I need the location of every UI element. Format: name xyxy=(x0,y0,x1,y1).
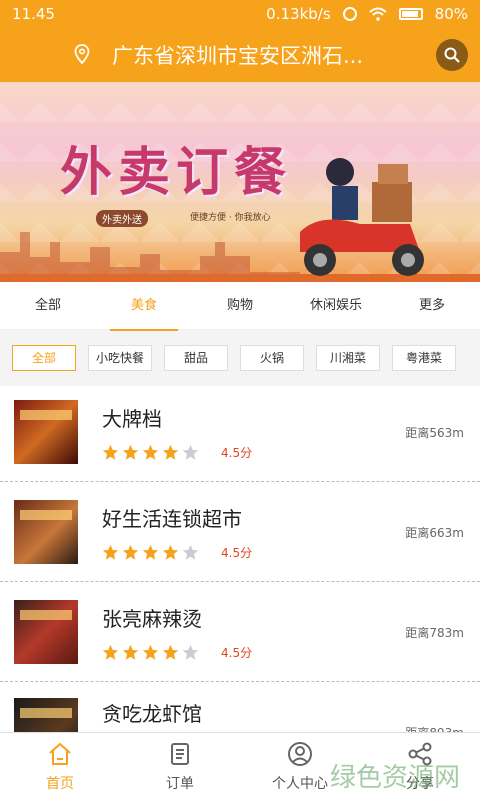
user-icon xyxy=(288,741,312,766)
star-icon xyxy=(142,544,159,560)
network-speed: 0.13kb/s xyxy=(266,5,331,23)
location-header: 广东省深圳市宝安区洲石... xyxy=(0,28,480,82)
star-icon xyxy=(122,544,139,560)
status-time: 11.45 xyxy=(12,5,55,23)
nav-orders[interactable]: 订单 xyxy=(120,733,240,800)
star-rating xyxy=(102,444,199,461)
site-watermark: 绿色资源网 xyxy=(329,763,460,793)
banner-title: 外卖订餐 xyxy=(60,142,293,203)
tab-food[interactable]: 美食 xyxy=(96,282,192,331)
star-icon xyxy=(182,444,199,460)
star-icon xyxy=(102,544,119,560)
star-icon xyxy=(182,544,199,560)
merchant-thumbnail xyxy=(14,499,78,564)
location-pin-icon xyxy=(74,44,90,64)
nav-home[interactable]: 首页 xyxy=(0,733,120,800)
delivery-scooter-image xyxy=(300,158,424,276)
nav-profile-label: 个人中心 xyxy=(272,775,328,792)
merchant-rating: 4.5分 xyxy=(102,444,466,461)
filter-chip-dessert[interactable]: 甜品 xyxy=(164,345,228,371)
merchant-name: 贪吃龙虾馆 xyxy=(102,702,202,726)
merchant-distance: 距离783m xyxy=(405,626,464,640)
tab-all[interactable]: 全部 xyxy=(0,282,96,330)
list-item[interactable]: 张亮麻辣烫 4.5分 距离783m xyxy=(0,582,480,682)
star-icon xyxy=(162,544,179,560)
star-icon xyxy=(102,444,119,460)
merchant-rating: 4.5分 xyxy=(102,644,466,661)
filter-chip-cantonese[interactable]: 粤港菜 xyxy=(392,345,456,371)
merchant-distance: 距离563m xyxy=(405,426,464,440)
star-icon xyxy=(162,644,179,660)
filter-chip-snacks[interactable]: 小吃快餐 xyxy=(88,345,152,371)
star-icon xyxy=(182,644,199,660)
star-icon xyxy=(162,444,179,460)
wifi-icon xyxy=(368,7,387,21)
rating-score: 4.5分 xyxy=(221,645,253,660)
filter-chip-hotpot[interactable]: 火锅 xyxy=(240,345,304,371)
subcategory-filters: 全部 小吃快餐 甜品 火锅 川湘菜 粤港菜 xyxy=(0,330,480,386)
order-icon xyxy=(171,742,189,765)
merchant-rating: 4.5分 xyxy=(102,544,466,561)
nav-home-label: 首页 xyxy=(46,775,74,792)
star-icon xyxy=(122,444,139,460)
star-icon xyxy=(102,644,119,660)
merchant-thumbnail xyxy=(14,599,78,664)
status-bar: 11.45 0.13kb/s 80% xyxy=(0,0,480,28)
star-rating xyxy=(102,644,199,661)
search-button[interactable] xyxy=(436,39,468,71)
star-icon xyxy=(142,444,159,460)
search-icon xyxy=(444,47,460,63)
star-icon xyxy=(142,644,159,660)
battery-icon xyxy=(398,8,423,20)
filter-chip-sichuan-hunan[interactable]: 川湘菜 xyxy=(316,345,380,371)
rating-score: 4.5分 xyxy=(221,445,253,460)
home-icon xyxy=(49,742,71,765)
alarm-icon xyxy=(342,7,357,21)
category-tabs: 全部 美食 购物 休闲娱乐 更多 xyxy=(0,282,480,331)
nav-orders-label: 订单 xyxy=(166,775,194,792)
merchant-thumbnail xyxy=(14,399,78,464)
promo-banner[interactable]: 外卖订餐 外卖外送 便捷方便 · 你我放心 xyxy=(0,82,480,282)
list-item[interactable]: 大牌档 4.5分 距离563m xyxy=(0,382,480,482)
tab-more[interactable]: 更多 xyxy=(384,282,480,330)
merchant-distance: 距离663m xyxy=(405,526,464,540)
filter-chip-all[interactable]: 全部 xyxy=(12,345,76,371)
merchant-list: 大牌档 4.5分 距离563m 好生活连锁超市 4.5分 距离663m 张亮麻辣… xyxy=(0,382,480,782)
battery-level: 80% xyxy=(434,5,468,23)
location-text[interactable]: 广东省深圳市宝安区洲石... xyxy=(112,40,363,70)
rating-score: 4.5分 xyxy=(221,545,253,560)
list-item[interactable]: 好生活连锁超市 4.5分 距离663m xyxy=(0,482,480,582)
tab-shopping[interactable]: 购物 xyxy=(192,282,288,330)
star-rating xyxy=(102,544,199,561)
tab-leisure[interactable]: 休闲娱乐 xyxy=(288,282,384,330)
star-icon xyxy=(122,644,139,660)
